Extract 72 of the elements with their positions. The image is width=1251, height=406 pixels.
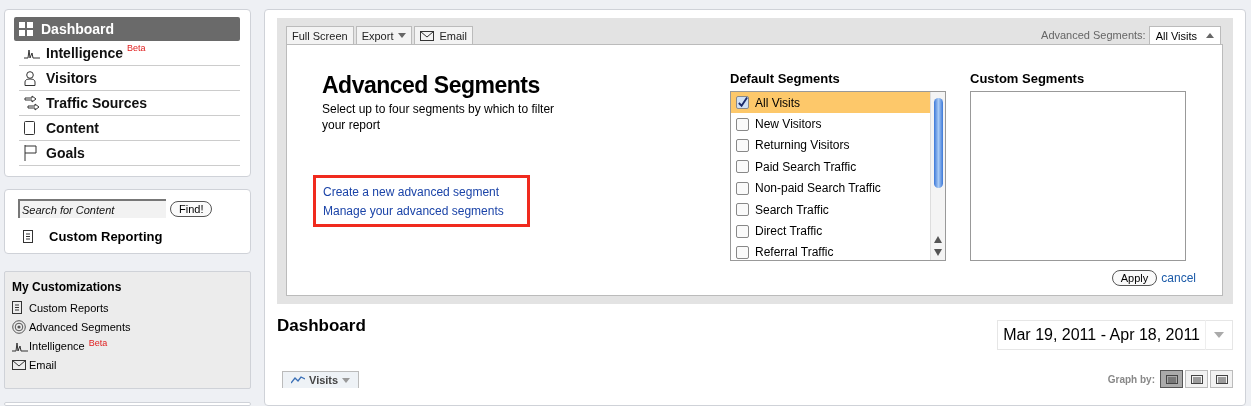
segment-option[interactable]: Returning Visitors bbox=[731, 134, 930, 157]
toolbar-button[interactable]: Full Screen bbox=[286, 26, 354, 44]
caret-icon bbox=[342, 377, 351, 383]
caret-icon bbox=[1206, 33, 1214, 38]
table-icon bbox=[1190, 374, 1203, 384]
report-icon bbox=[23, 230, 33, 243]
list-title: Custom Segments bbox=[970, 71, 1086, 86]
segment-option[interactable]: Non-paid Search Traffic bbox=[731, 177, 930, 199]
checkbox[interactable] bbox=[736, 138, 749, 152]
find-button[interactable]: Find! bbox=[170, 200, 213, 217]
envelope-icon bbox=[12, 359, 26, 370]
scrollbar[interactable] bbox=[930, 92, 945, 260]
table-icon bbox=[1165, 374, 1178, 384]
nav-item[interactable]: Intelligence $^{Beta}$ bbox=[19, 41, 240, 66]
segment-link[interactable]: Manage your advanced segments bbox=[323, 204, 527, 218]
pulse-chart-icon bbox=[24, 47, 40, 59]
table-icon bbox=[1215, 374, 1228, 384]
nav-item[interactable]: Traffic Sources bbox=[19, 91, 240, 116]
envelope-icon bbox=[420, 30, 435, 41]
segment-link[interactable]: Create a new advanced segment bbox=[323, 185, 527, 199]
scroll-down-icon[interactable] bbox=[934, 249, 942, 256]
cancel-link[interactable]: cancel bbox=[1161, 271, 1196, 285]
target-icon bbox=[12, 319, 26, 334]
toolbar-button[interactable]: Export bbox=[355, 26, 413, 44]
line-chart-icon bbox=[291, 376, 305, 384]
report-icon bbox=[12, 301, 22, 314]
metric-tab[interactable]: Visits bbox=[282, 371, 360, 388]
date-range-picker[interactable]: Mar 19, 2011 - Apr 18, 2011 bbox=[997, 320, 1233, 350]
segments-description: Select up to four segments by which to filter your report bbox=[322, 101, 556, 133]
segments-label: Advanced Segments: bbox=[1041, 29, 1146, 43]
segment-option[interactable]: New Visitors bbox=[731, 113, 930, 135]
graph-by-button[interactable] bbox=[1210, 370, 1233, 388]
apply-button[interactable]: Apply bbox=[1111, 270, 1158, 286]
checkbox[interactable] bbox=[736, 203, 749, 217]
customization-link[interactable]: Custom Reports bbox=[12, 298, 242, 317]
page-title: Dashboard bbox=[277, 316, 366, 336]
segment-option[interactable]: Direct Traffic bbox=[731, 220, 930, 242]
checkbox[interactable] bbox=[736, 245, 749, 259]
graph-by-button[interactable] bbox=[1185, 370, 1208, 388]
segments-tab[interactable]: All Visits bbox=[1148, 26, 1221, 44]
segment-option[interactable]: Referral Traffic bbox=[731, 241, 930, 260]
graph-by-button[interactable] bbox=[1160, 370, 1183, 388]
checkbox[interactable] bbox=[736, 96, 749, 110]
checkbox[interactable] bbox=[736, 224, 749, 238]
nav-item[interactable]: Visitors bbox=[19, 66, 240, 91]
checkbox[interactable] bbox=[736, 117, 749, 131]
scroll-up-icon[interactable] bbox=[934, 236, 942, 243]
toolbar-button[interactable]: Email bbox=[414, 26, 473, 44]
caret-icon bbox=[398, 33, 407, 38]
customization-link[interactable]: Email bbox=[12, 355, 242, 374]
nav-item[interactable]: Dashboard bbox=[14, 17, 240, 41]
list-title: Default Segments bbox=[730, 71, 841, 86]
segment-option[interactable]: Search Traffic bbox=[731, 198, 930, 221]
customization-link[interactable]: Intelligence $^{Beta}$ bbox=[12, 336, 242, 355]
nav-item[interactable]: Content bbox=[19, 116, 240, 141]
customization-link[interactable]: Advanced Segments bbox=[12, 317, 242, 336]
nav-item[interactable]: Goals bbox=[19, 141, 240, 166]
segment-option[interactable]: All Visits bbox=[731, 92, 930, 114]
segment-option[interactable]: Paid Search Traffic bbox=[731, 156, 930, 178]
person-icon bbox=[24, 70, 36, 86]
search-field[interactable]: Search for Content bbox=[18, 199, 166, 218]
page-icon bbox=[24, 121, 35, 135]
flag-icon bbox=[24, 145, 37, 161]
grid-icon bbox=[19, 22, 33, 36]
segments-heading: Advanced Segments bbox=[322, 72, 541, 99]
checkbox[interactable] bbox=[736, 160, 749, 174]
arrows-icon bbox=[24, 95, 40, 111]
custom-reporting-link[interactable]: Custom Reporting bbox=[18, 229, 240, 244]
caret-icon bbox=[1214, 332, 1224, 338]
panel-title: My Customizations bbox=[12, 280, 123, 294]
graph-by-label: Graph by: bbox=[1107, 373, 1155, 385]
checkbox[interactable] bbox=[736, 181, 749, 195]
